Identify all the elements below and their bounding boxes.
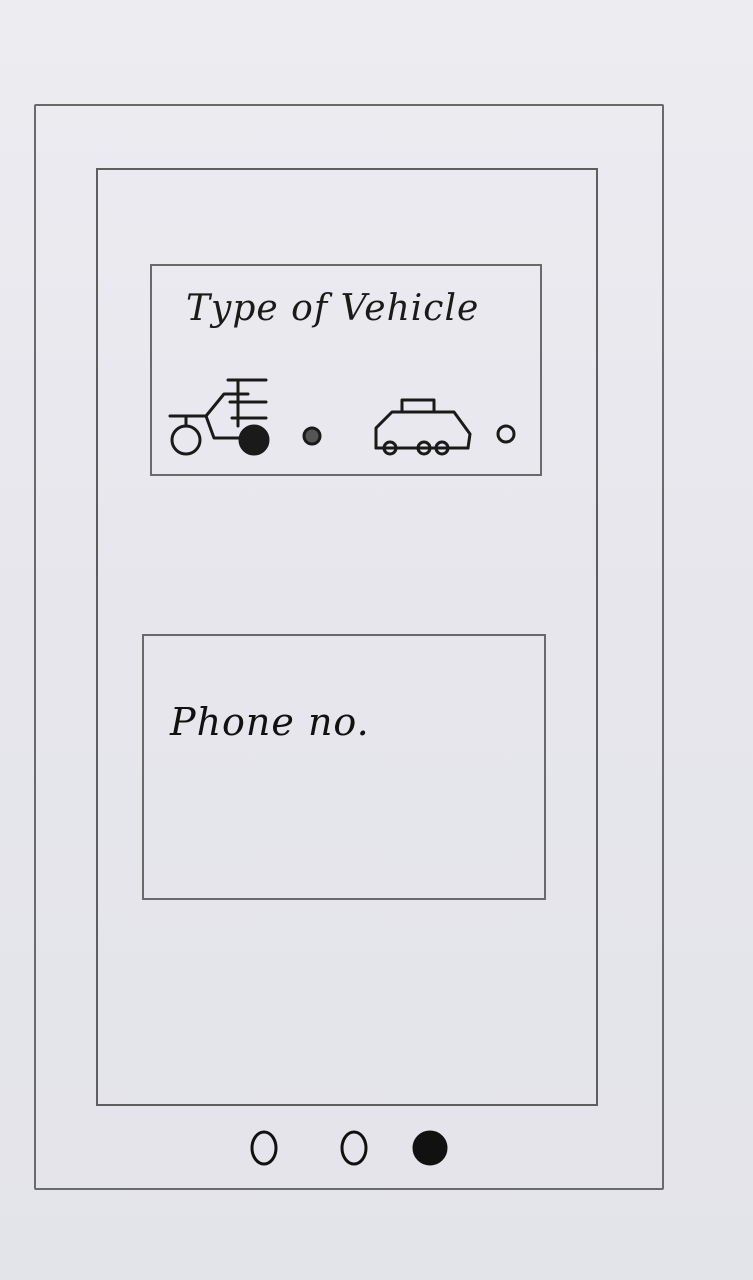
page-indicator-dots (250, 1130, 448, 1166)
page-indicator (244, 1126, 464, 1170)
motorcycle-radio[interactable] (302, 426, 322, 446)
vehicle-options (166, 372, 536, 462)
page-dot[interactable] (340, 1130, 368, 1166)
vehicle-type-title: Type of Vehicle (186, 288, 480, 329)
phone-number-label: Phone no. (170, 700, 370, 744)
vehicle-options-drawing (168, 378, 516, 456)
car-icon[interactable] (374, 398, 472, 456)
car-radio[interactable] (496, 424, 516, 444)
page-dot[interactable] (250, 1130, 278, 1166)
page-dot-active[interactable] (412, 1130, 448, 1166)
phone-number-card[interactable] (142, 634, 546, 900)
motorcycle-icon[interactable] (168, 378, 270, 456)
